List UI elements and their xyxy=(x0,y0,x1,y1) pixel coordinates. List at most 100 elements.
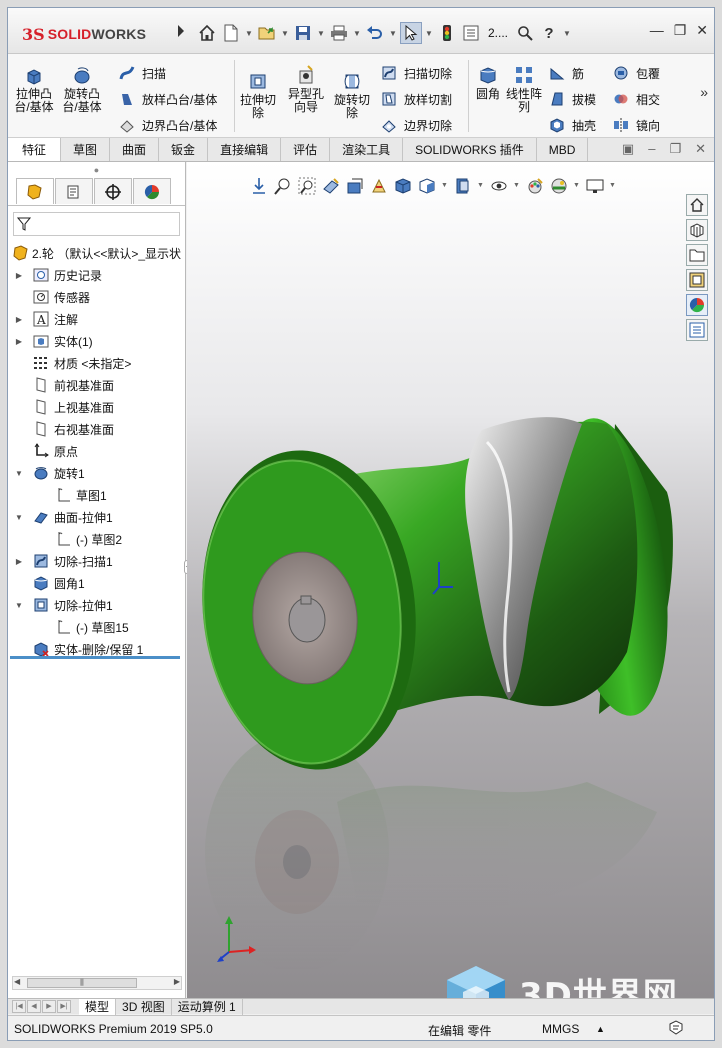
sweep-cut-button[interactable]: 扫描切除 xyxy=(380,64,452,82)
tab-motion-study-1[interactable]: 运动算例 1 xyxy=(172,998,243,1015)
panel-grip[interactable]: ● xyxy=(8,162,185,178)
sweep-button[interactable]: 扫描 xyxy=(118,64,166,82)
revolve-boss-button[interactable]: 旋转凸 台/基体 xyxy=(60,64,104,114)
document-name[interactable]: 2.... xyxy=(484,26,512,40)
scroll-right-icon[interactable]: ▶ xyxy=(174,977,180,986)
expand-arrow-icon[interactable]: ▶ xyxy=(14,337,24,346)
boundary-boss-button[interactable]: 边界凸台/基体 xyxy=(118,116,217,134)
rollback-bar[interactable] xyxy=(10,656,180,659)
pin-icon[interactable]: ▣ xyxy=(622,141,634,157)
search-icon[interactable] xyxy=(514,22,536,44)
tree-item-surface-extrude1[interactable]: ▼ 曲面-拉伸1 xyxy=(8,506,186,528)
doc-minimize-icon[interactable]: – xyxy=(648,141,655,157)
hole-wizard-button[interactable]: 异型孔 向导 xyxy=(284,64,328,114)
last-tab-icon[interactable]: ▶| xyxy=(57,1000,71,1013)
unit-system[interactable]: MMGS xyxy=(542,1022,579,1036)
tab-sketch[interactable]: 草图 xyxy=(61,138,111,161)
save-dropdown-icon[interactable]: ▼ xyxy=(316,29,326,38)
next-tab-icon[interactable]: ▶ xyxy=(42,1000,56,1013)
scroll-thumb[interactable]: ⫼ xyxy=(27,978,137,988)
tree-item-origin[interactable]: 原点 xyxy=(8,440,186,462)
expand-arrow-icon[interactable]: ▶ xyxy=(14,315,24,324)
tree-filter[interactable] xyxy=(13,212,180,236)
tree-item-history[interactable]: ▶ 历史记录 xyxy=(8,264,186,286)
intersect-button[interactable]: 相交 xyxy=(612,90,660,108)
expand-arrow-icon[interactable]: ▶ xyxy=(14,271,24,280)
prev-tab-icon[interactable]: ◀ xyxy=(27,1000,41,1013)
tab-evaluate[interactable]: 评估 xyxy=(281,138,331,161)
rib-button[interactable]: 筋 xyxy=(548,64,584,82)
tree-item-sketch2[interactable]: (-) 草图2 xyxy=(8,528,186,550)
rebuild-traffic-light-icon[interactable] xyxy=(436,22,458,44)
shell-button[interactable]: 抽壳 xyxy=(548,116,596,134)
tree-item-fillet1[interactable]: 圆角1 xyxy=(8,572,186,594)
revolve-cut-button[interactable]: 旋转切 除 xyxy=(330,70,374,120)
first-tab-icon[interactable]: |◀ xyxy=(12,1000,26,1013)
print-dropdown-icon[interactable]: ▼ xyxy=(352,29,362,38)
tree-item-sketch1[interactable]: 草图1 xyxy=(8,484,186,506)
extrude-cut-button[interactable]: 拉伸切 除 xyxy=(236,70,280,120)
print-icon[interactable] xyxy=(328,22,350,44)
tree-item-top-plane[interactable]: 上视基准面 xyxy=(8,396,186,418)
menu-expand-arrow-icon[interactable] xyxy=(176,24,186,38)
fillet-button[interactable]: 圆角 xyxy=(470,64,506,101)
scroll-left-icon[interactable]: ◀ xyxy=(14,977,20,986)
undo-dropdown-icon[interactable]: ▼ xyxy=(388,29,398,38)
loft-boss-button[interactable]: 放样凸台/基体 xyxy=(118,90,217,108)
undo-icon[interactable] xyxy=(364,22,386,44)
collapse-arrow-icon[interactable]: ▼ xyxy=(14,469,24,478)
select-dropdown-icon[interactable]: ▼ xyxy=(424,29,434,38)
open-dropdown-icon[interactable]: ▼ xyxy=(280,29,290,38)
tree-item-sweep-cut1[interactable]: ▶ 切除-扫描1 xyxy=(8,550,186,572)
tree-item-solid-bodies[interactable]: ▶ 实体(1) xyxy=(8,330,186,352)
new-document-icon[interactable] xyxy=(220,22,242,44)
solidworks-logo[interactable]: 3S SOLIDWORKS xyxy=(22,22,172,46)
tree-item-material[interactable]: 材质 <未指定> xyxy=(8,352,186,374)
tab-sheet-metal[interactable]: 钣金 xyxy=(159,138,209,161)
loft-cut-button[interactable]: 放样切割 xyxy=(380,90,452,108)
tab-features[interactable]: 特征 xyxy=(8,138,62,161)
tree-item-front-plane[interactable]: 前视基准面 xyxy=(8,374,186,396)
help-dropdown-icon[interactable]: ▼ xyxy=(562,29,572,38)
ribbon-expand-icon[interactable]: » xyxy=(700,84,708,100)
collapse-arrow-icon[interactable]: ▼ xyxy=(14,513,24,522)
roller-wheel-model[interactable] xyxy=(187,162,714,998)
display-manager-tab[interactable] xyxy=(133,178,171,204)
configuration-manager-tab[interactable] xyxy=(94,178,132,204)
draft-button[interactable]: 拔模 xyxy=(548,90,596,108)
tab-direct-editing[interactable]: 直接编辑 xyxy=(208,138,282,161)
tab-3d-views[interactable]: 3D 视图 xyxy=(116,998,172,1015)
boundary-cut-button[interactable]: 边界切除 xyxy=(380,116,452,134)
tree-item-sketch15[interactable]: (-) 草图15 xyxy=(8,616,186,638)
tree-root[interactable]: 2.轮 （默认<<默认>_显示状 xyxy=(8,242,186,264)
tree-item-revolve1[interactable]: ▼ 旋转1 xyxy=(8,462,186,484)
home-icon[interactable] xyxy=(196,22,218,44)
tree-item-annotations[interactable]: ▶ A 注解 xyxy=(8,308,186,330)
open-folder-icon[interactable] xyxy=(256,22,278,44)
tab-render-tools[interactable]: 渲染工具 xyxy=(330,138,404,161)
help-icon[interactable]: ? xyxy=(538,22,560,44)
select-pointer-icon[interactable] xyxy=(400,22,422,44)
tab-model[interactable]: 模型 xyxy=(79,998,117,1015)
linear-pattern-button[interactable]: 线性阵 列 xyxy=(504,64,544,114)
tree-item-right-plane[interactable]: 右视基准面 xyxy=(8,418,186,440)
horizontal-scrollbar[interactable]: ◀ ⫼ ▶ xyxy=(12,976,182,990)
doc-restore-icon[interactable]: ❐ xyxy=(669,141,681,157)
minimize-icon[interactable]: — xyxy=(650,22,664,39)
mirror-button[interactable]: 镜向 xyxy=(612,116,660,134)
extrude-boss-button[interactable]: 拉伸凸 台/基体 xyxy=(12,64,56,114)
file-properties-icon[interactable] xyxy=(460,22,482,44)
feature-manager-tab[interactable] xyxy=(16,178,54,204)
close-icon[interactable]: ✕ xyxy=(696,22,708,39)
wrap-button[interactable]: 包覆 xyxy=(612,64,660,82)
save-icon[interactable] xyxy=(292,22,314,44)
restore-icon[interactable]: ❐ xyxy=(674,22,687,39)
tree-item-sensors[interactable]: 传感器 xyxy=(8,286,186,308)
property-manager-tab[interactable] xyxy=(55,178,93,204)
new-dropdown-icon[interactable]: ▼ xyxy=(244,29,254,38)
tab-solidworks-addins[interactable]: SOLIDWORKS 插件 xyxy=(403,138,537,161)
tree-item-cut-extrude1[interactable]: ▼ 切除-拉伸1 xyxy=(8,594,186,616)
unit-dropdown-icon[interactable]: ▲ xyxy=(596,1024,605,1034)
doc-close-icon[interactable]: ✕ xyxy=(695,141,706,157)
tab-surfaces[interactable]: 曲面 xyxy=(110,138,160,161)
